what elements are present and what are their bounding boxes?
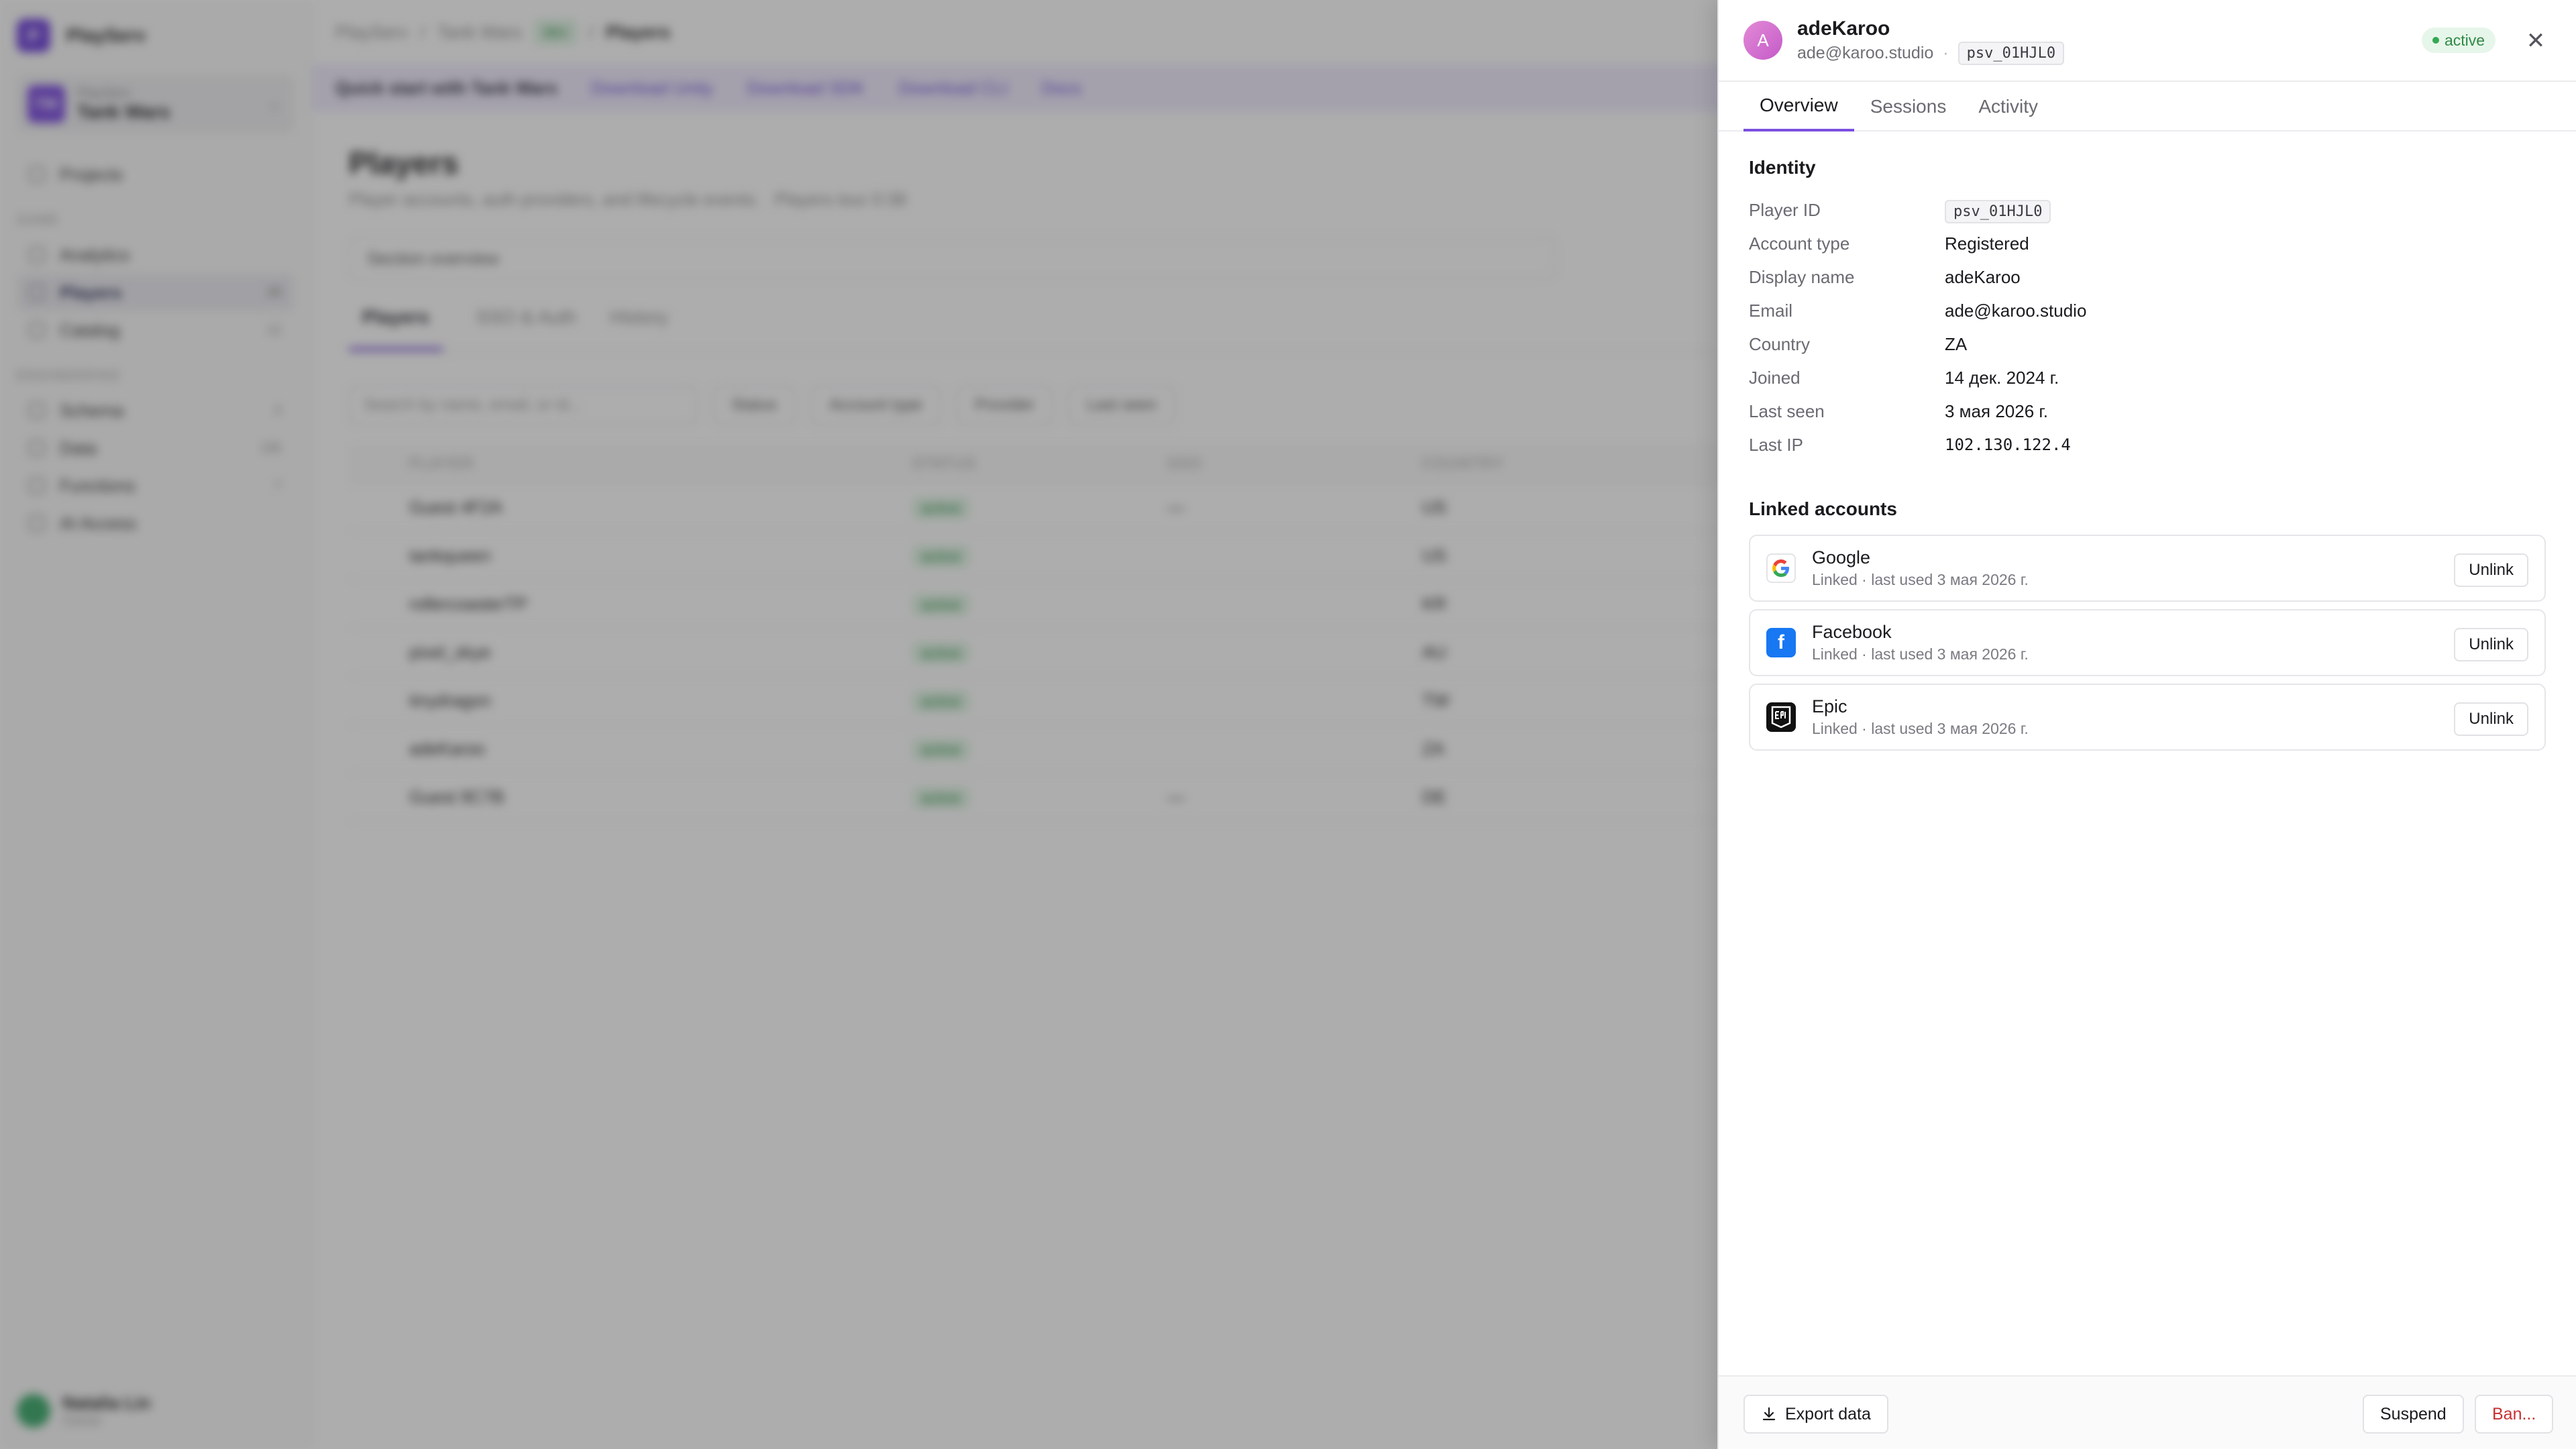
field-country: Country ZA bbox=[1749, 327, 2546, 361]
provider-name: Epic bbox=[1812, 696, 1847, 716]
field-label: Display name bbox=[1749, 266, 1855, 287]
tab-overview[interactable]: Overview bbox=[1743, 82, 1854, 131]
player-email: ade@karoo.studio bbox=[1797, 44, 1934, 62]
field-label: Joined bbox=[1749, 367, 1801, 388]
player-id-chip[interactable]: psv_01HJL0 bbox=[1957, 42, 2065, 65]
field-value: 14 дек. 2024 г. bbox=[1945, 367, 2059, 388]
tab-activity[interactable]: Activity bbox=[1962, 82, 2054, 131]
separator: · bbox=[1943, 44, 1949, 62]
field-joined: Joined 14 дек. 2024 г. bbox=[1749, 361, 2546, 394]
field-value: 102.130.122.4 bbox=[1945, 435, 2071, 454]
suspend-button[interactable]: Suspend bbox=[2363, 1395, 2464, 1434]
close-icon[interactable]: ✕ bbox=[2520, 25, 2551, 56]
field-account-type: Account type Registered bbox=[1749, 227, 2546, 260]
provider-name: Facebook bbox=[1812, 622, 1892, 642]
field-value: ade@karoo.studio bbox=[1945, 300, 2087, 321]
unlink-epic-button[interactable]: Unlink bbox=[2454, 702, 2528, 736]
google-icon bbox=[1766, 553, 1796, 583]
facebook-icon: f bbox=[1766, 628, 1796, 657]
unlink-google-button[interactable]: Unlink bbox=[2454, 553, 2528, 587]
field-value[interactable]: psv_01HJL0 bbox=[1945, 199, 2051, 223]
field-value: adeKaroo bbox=[1945, 266, 2021, 287]
tab-sessions[interactable]: Sessions bbox=[1854, 82, 1963, 131]
status-badge: active bbox=[2422, 28, 2496, 53]
drawer-header: A adeKaroo ade@karoo.studio · psv_01HJL0… bbox=[1719, 0, 2576, 82]
field-value: 3 мая 2026 г. bbox=[1945, 400, 2048, 421]
provider-meta: Linked · last used 3 мая 2026 г. bbox=[1812, 571, 2029, 588]
drawer-tabs: Overview Sessions Activity bbox=[1719, 82, 2576, 131]
field-display-name: Display name adeKaroo bbox=[1749, 260, 2546, 294]
export-data-label: Export data bbox=[1785, 1404, 1871, 1424]
player-name: adeKaroo bbox=[1797, 17, 1890, 40]
field-last-ip: Last IP 102.130.122.4 bbox=[1749, 428, 2546, 462]
field-player-id: Player ID psv_01HJL0 bbox=[1749, 193, 2546, 227]
linked-account-facebook: f Facebook Linked · last used 3 мая 2026… bbox=[1749, 609, 2546, 676]
epic-icon bbox=[1766, 702, 1796, 732]
player-detail-drawer: A adeKaroo ade@karoo.studio · psv_01HJL0… bbox=[1717, 0, 2576, 1449]
linked-account-epic: Epic Linked · last used 3 мая 2026 г. Un… bbox=[1749, 684, 2546, 751]
field-email: Email ade@karoo.studio bbox=[1749, 294, 2546, 327]
provider-meta: Linked · last used 3 мая 2026 г. bbox=[1812, 645, 2029, 663]
identity-title: Identity bbox=[1749, 157, 1816, 178]
provider-name: Google bbox=[1812, 547, 1871, 568]
status-dot-icon bbox=[2432, 37, 2439, 44]
modal-backdrop[interactable] bbox=[0, 0, 1717, 1449]
drawer-footer: Export data Suspend Ban... bbox=[1719, 1375, 2576, 1449]
field-label: Country bbox=[1749, 333, 1811, 354]
player-subtitle: ade@karoo.studio · psv_01HJL0 bbox=[1797, 42, 2065, 65]
download-icon bbox=[1762, 1407, 1776, 1421]
export-data-button[interactable]: Export data bbox=[1743, 1395, 1888, 1434]
field-label: Player ID bbox=[1749, 199, 1821, 220]
field-label: Account type bbox=[1749, 233, 1850, 254]
status-label: active bbox=[2445, 31, 2485, 49]
drawer-body: Identity Player ID psv_01HJL0 Account ty… bbox=[1719, 131, 2576, 751]
field-last-seen: Last seen 3 мая 2026 г. bbox=[1749, 394, 2546, 428]
field-label: Last IP bbox=[1749, 434, 1803, 455]
field-value: ZA bbox=[1945, 333, 1968, 354]
linked-account-google: Google Linked · last used 3 мая 2026 г. … bbox=[1749, 535, 2546, 602]
field-label: Last seen bbox=[1749, 400, 1825, 421]
unlink-facebook-button[interactable]: Unlink bbox=[2454, 628, 2528, 661]
avatar: A bbox=[1743, 21, 1782, 60]
ban-button[interactable]: Ban... bbox=[2475, 1395, 2554, 1434]
field-value: Registered bbox=[1945, 233, 2029, 254]
provider-meta: Linked · last used 3 мая 2026 г. bbox=[1812, 720, 2029, 737]
field-label: Email bbox=[1749, 300, 1793, 321]
linked-accounts-title: Linked accounts bbox=[1749, 498, 1897, 519]
